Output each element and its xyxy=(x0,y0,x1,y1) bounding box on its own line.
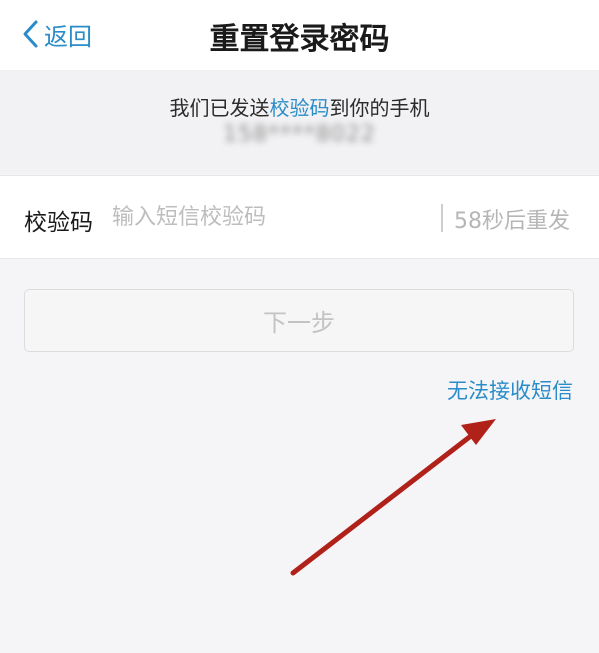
resend-countdown: 58秒后重发 xyxy=(454,209,570,234)
code-row: 校验码 58秒后重发 xyxy=(0,175,599,259)
nav-bar: 返回 重置登录密码 xyxy=(0,0,599,70)
next-button[interactable]: 下一步 xyxy=(24,289,574,352)
sent-message: 我们已发送校验码到你的手机 xyxy=(0,92,599,121)
code-label: 校验码 xyxy=(24,210,93,236)
sent-highlight: 校验码 xyxy=(269,96,330,120)
sms-info: 我们已发送校验码到你的手机 158****8022 xyxy=(0,70,599,174)
no-sms-link[interactable]: 无法接收短信 xyxy=(447,375,573,405)
page-title: 重置登录密码 xyxy=(209,22,390,57)
sent-prefix: 我们已发送 xyxy=(169,96,270,120)
phone-number: 158****8022 xyxy=(223,122,376,147)
code-input[interactable] xyxy=(112,198,427,236)
sent-suffix: 到你的手机 xyxy=(329,96,430,120)
divider xyxy=(441,204,443,232)
